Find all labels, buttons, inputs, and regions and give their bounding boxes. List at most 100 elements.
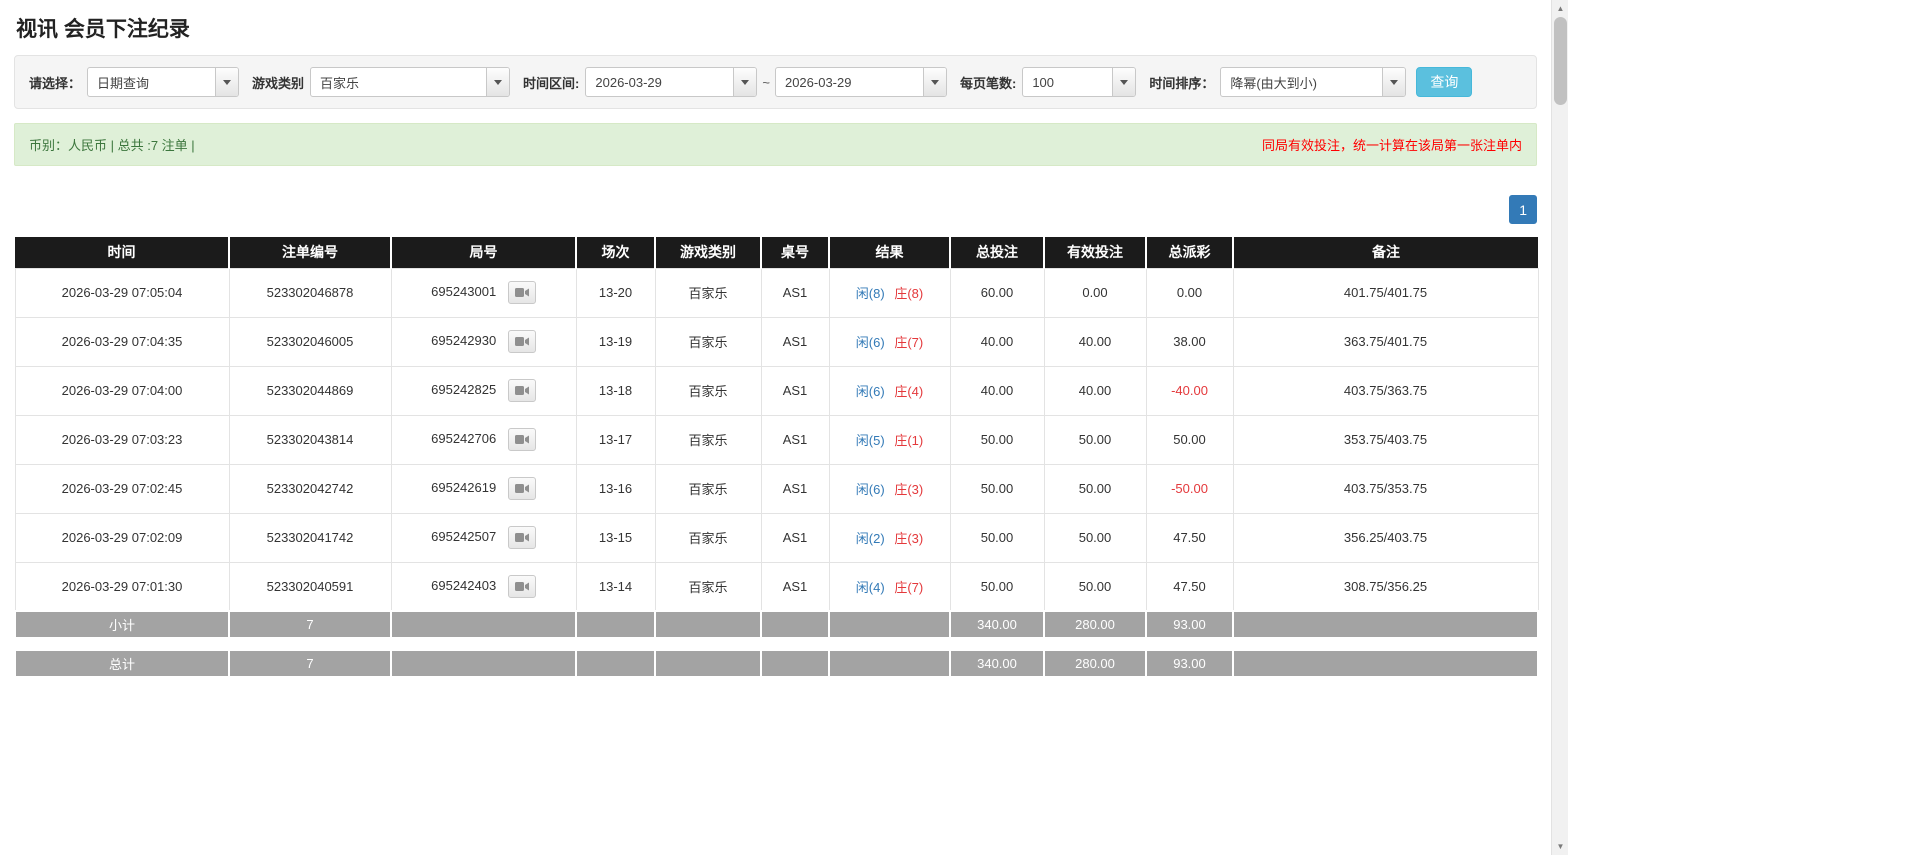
cell-table-no: AS1 xyxy=(760,316,830,367)
cell-total-bet[interactable]: 50.00 xyxy=(949,414,1045,465)
scrollbar-thumb[interactable] xyxy=(1554,17,1567,105)
cell-note: 308.75/356.25 xyxy=(1232,561,1539,612)
page-size-select[interactable]: 100 xyxy=(1022,67,1137,97)
cell-time: 2026-03-29 07:03:23 xyxy=(14,414,230,465)
col-header-note: 备注 xyxy=(1232,237,1538,268)
round-detail-button[interactable] xyxy=(507,526,536,549)
round-detail-button[interactable] xyxy=(507,574,536,598)
scroll-up-icon[interactable]: ▲ xyxy=(1552,0,1569,17)
chevron-down-icon[interactable] xyxy=(1112,68,1136,96)
chevron-down-icon[interactable] xyxy=(733,68,757,96)
game-type-select[interactable]: 百家乐 xyxy=(310,67,511,97)
cell-table-no: AS1 xyxy=(760,365,830,416)
cell-bet-id: 523302041742 xyxy=(228,512,392,563)
cell-payout: -40.00 xyxy=(1145,365,1234,416)
total-label: 总计 xyxy=(14,649,230,678)
col-header-game-type: 游戏类别 xyxy=(654,237,761,268)
round-detail-button[interactable] xyxy=(507,428,536,451)
cell-table-no: AS1 xyxy=(760,267,830,318)
subtotal-total-bet: 340.00 xyxy=(949,610,1045,639)
time-range-label: 时间区间: xyxy=(523,75,580,91)
result-banker: 庄(3) xyxy=(894,531,924,546)
game-type-label: 游戏类别 xyxy=(252,75,305,91)
cell-result: 闲(5) 庄(1) xyxy=(828,414,951,465)
page-1-button[interactable]: 1 xyxy=(1509,195,1537,224)
cell-game-type: 百家乐 xyxy=(654,267,762,318)
result-player: 闲(2) xyxy=(855,531,885,546)
sort-order-select[interactable]: 降幂(由大到小) xyxy=(1220,67,1407,97)
table-row: 2026-03-29 07:01:30 523302040591 6952424… xyxy=(14,561,1539,612)
result-player: 闲(6) xyxy=(855,384,885,399)
cell-total-bet[interactable]: 40.00 xyxy=(949,365,1045,416)
cell-valid-bet: 0.00 xyxy=(1043,267,1147,318)
cell-note: 353.75/403.75 xyxy=(1232,414,1539,465)
cell-time: 2026-03-29 07:02:09 xyxy=(14,512,230,563)
cell-payout: 50.00 xyxy=(1145,414,1234,465)
chevron-down-icon[interactable] xyxy=(1382,68,1406,96)
cell-game-type: 百家乐 xyxy=(654,512,762,563)
total-total-bet: 340.00 xyxy=(949,649,1045,678)
cell-game-type: 百家乐 xyxy=(654,365,762,416)
chevron-down-icon[interactable] xyxy=(215,68,239,96)
round-number: 695242706 xyxy=(431,430,497,446)
cell-total-bet[interactable]: 50.00 xyxy=(949,463,1045,514)
total-payout: 93.00 xyxy=(1145,649,1234,678)
table-row: 2026-03-29 07:02:09 523302041742 6952425… xyxy=(14,512,1539,563)
cell-total-bet[interactable]: 50.00 xyxy=(949,512,1045,563)
scroll-down-icon[interactable]: ▼ xyxy=(1552,838,1569,855)
table-row: 2026-03-29 07:03:23 523302043814 6952427… xyxy=(14,414,1539,465)
empty-cell xyxy=(828,649,951,678)
query-type-select[interactable]: 日期查询 xyxy=(87,67,240,97)
round-detail-button[interactable] xyxy=(507,477,536,500)
cell-bet-id: 523302040591 xyxy=(228,561,392,612)
cell-bet-id: 523302043814 xyxy=(228,414,392,465)
round-number: 695242403 xyxy=(431,577,497,593)
round-number: 695242930 xyxy=(431,332,497,348)
chevron-down-icon[interactable] xyxy=(922,68,946,96)
result-player: 闲(4) xyxy=(855,579,885,595)
result-player: 闲(8) xyxy=(855,286,885,301)
round-detail-button[interactable] xyxy=(507,281,536,304)
cell-time: 2026-03-29 07:02:45 xyxy=(14,463,230,514)
subtotal-label: 小计 xyxy=(14,610,230,639)
empty-cell xyxy=(575,649,656,678)
round-detail-button[interactable] xyxy=(507,330,536,353)
vertical-scrollbar[interactable]: ▲ ▼ xyxy=(1551,0,1568,855)
result-banker: 庄(1) xyxy=(894,433,924,448)
cell-result: 闲(2) 庄(3) xyxy=(828,512,951,563)
cell-round: 695242507 xyxy=(390,512,577,563)
round-detail-button[interactable] xyxy=(507,379,536,402)
col-header-valid-bet: 有效投注 xyxy=(1043,237,1146,268)
cell-valid-bet: 50.00 xyxy=(1043,414,1147,465)
cell-note: 363.75/401.75 xyxy=(1232,316,1539,367)
page-size-label: 每页笔数: xyxy=(959,75,1017,91)
empty-cell xyxy=(654,649,762,678)
result-player: 闲(6) xyxy=(855,335,885,350)
video-replay-icon xyxy=(514,386,529,395)
cell-session: 13-15 xyxy=(575,512,656,563)
cell-time: 2026-03-29 07:01:30 xyxy=(14,561,230,612)
cell-note: 356.25/403.75 xyxy=(1232,512,1539,563)
empty-cell xyxy=(390,610,577,639)
cell-payout: 0.00 xyxy=(1145,267,1234,318)
cell-round: 695242706 xyxy=(390,414,577,465)
chevron-down-icon[interactable] xyxy=(486,68,510,96)
cell-table-no: AS1 xyxy=(760,414,830,465)
round-number: 695242507 xyxy=(431,528,497,544)
cell-note: 401.75/401.75 xyxy=(1232,267,1539,318)
table-row: 2026-03-29 07:05:04 523302046878 6952430… xyxy=(14,267,1539,318)
search-button[interactable]: 查询 xyxy=(1416,67,1473,97)
date-to-input[interactable]: 2026-03-29 xyxy=(774,67,947,97)
cell-total-bet[interactable]: 50.00 xyxy=(949,561,1045,612)
cell-game-type: 百家乐 xyxy=(654,463,762,514)
cell-session: 13-18 xyxy=(575,365,656,416)
cell-total-bet[interactable]: 40.00 xyxy=(949,316,1045,367)
col-header-result: 结果 xyxy=(828,237,950,268)
pagination: 1 xyxy=(14,195,1537,224)
video-replay-icon xyxy=(514,337,529,346)
empty-cell xyxy=(760,610,830,639)
cell-total-bet[interactable]: 60.00 xyxy=(949,267,1045,318)
video-replay-icon xyxy=(514,484,529,493)
date-from-input[interactable]: 2026-03-29 xyxy=(585,67,758,97)
cell-time: 2026-03-29 07:04:00 xyxy=(14,365,230,416)
